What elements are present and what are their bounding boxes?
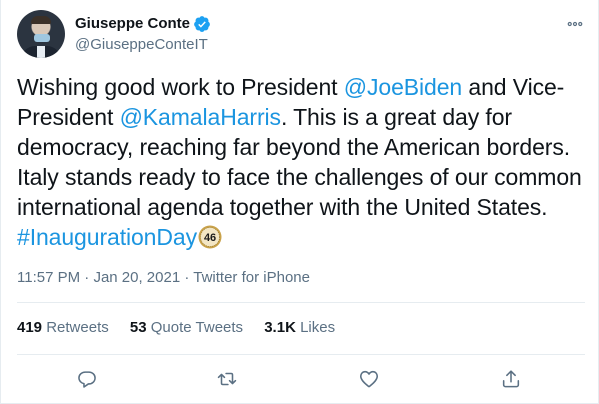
- hashtag-inaugurationday[interactable]: #InaugurationDay: [17, 224, 197, 250]
- retweets-stat[interactable]: 419 Retweets: [17, 318, 109, 338]
- mention-joebiden[interactable]: @JoeBiden: [344, 74, 462, 100]
- reply-button[interactable]: [74, 366, 100, 392]
- tweet-source[interactable]: Twitter for iPhone: [193, 269, 310, 286]
- more-options-icon[interactable]: [565, 14, 585, 34]
- quote-tweets-stat[interactable]: 53 Quote Tweets: [130, 318, 243, 338]
- tweet-line-4: Italy stands ready to face the challenge…: [17, 164, 582, 190]
- inauguration-46-emoji-icon: 46: [198, 225, 222, 249]
- retweets-count: 419: [17, 319, 43, 336]
- tweet-header: Giuseppe Conte @GiuseppeConteIT: [17, 10, 585, 58]
- tweet-actions: [1, 364, 599, 394]
- tweet-time[interactable]: 11:57 PM: [17, 269, 80, 286]
- meta-separator: ·: [180, 269, 194, 286]
- quote-tweets-count: 53: [129, 319, 147, 336]
- tweet-line-2: President @KamalaHarris. This is a great…: [17, 102, 585, 132]
- tweet-line-6: #InaugurationDay 46: [17, 222, 585, 252]
- likes-label: Likes: [300, 319, 336, 336]
- emoji-46-text: 46: [204, 232, 216, 244]
- tweet-line-1: Wishing good work to President @JoeBiden…: [17, 72, 585, 102]
- author-handle[interactable]: @GiuseppeConteIT: [75, 35, 211, 55]
- tweet-text: Wishing good work to President @JoeBiden…: [17, 72, 585, 252]
- share-icon: [502, 370, 520, 388]
- retweets-label: Retweets: [46, 319, 109, 336]
- retweet-icon: [217, 372, 237, 386]
- author-names: Giuseppe Conte @GiuseppeConteIT: [75, 14, 211, 55]
- author-display-name[interactable]: Giuseppe Conte: [75, 14, 211, 34]
- avatar[interactable]: [17, 10, 65, 58]
- tweet-line-3: democracy, reaching far beyond the Ameri…: [17, 134, 571, 160]
- divider: [17, 302, 585, 303]
- tweet-text-segment: President: [17, 104, 120, 130]
- reply-icon: [78, 371, 96, 388]
- author-display-name-text[interactable]: Giuseppe Conte: [75, 14, 190, 34]
- tweet-line-5: international agenda together with the U…: [17, 194, 548, 220]
- tweet-date[interactable]: Jan 20, 2021: [93, 269, 180, 286]
- divider: [17, 354, 585, 355]
- likes-count: 3.1K: [264, 319, 296, 336]
- tweet-card: Giuseppe Conte @GiuseppeConteIT Wishing …: [0, 0, 599, 404]
- tweet-text-segment: . This is a great day for: [280, 104, 512, 130]
- tweet-meta: 11:57 PM · Jan 20, 2021 · Twitter for iP…: [17, 268, 310, 288]
- tweet-text-segment: and Vice-: [462, 74, 565, 100]
- quote-tweets-label: Quote Tweets: [150, 319, 244, 336]
- tweet-stats: 419 Retweets 53 Quote Tweets 3.1K Likes: [17, 318, 352, 338]
- heart-icon: [359, 370, 379, 388]
- like-button[interactable]: [356, 366, 382, 392]
- tweet-text-segment: Wishing good work to President: [17, 74, 344, 100]
- mention-kamalaharris[interactable]: @KamalaHarris: [120, 104, 281, 130]
- retweet-button[interactable]: [214, 366, 240, 392]
- verified-badge-icon: [194, 16, 210, 32]
- meta-separator: ·: [80, 269, 94, 286]
- share-button[interactable]: [498, 366, 524, 392]
- likes-stat[interactable]: 3.1K Likes: [264, 318, 335, 338]
